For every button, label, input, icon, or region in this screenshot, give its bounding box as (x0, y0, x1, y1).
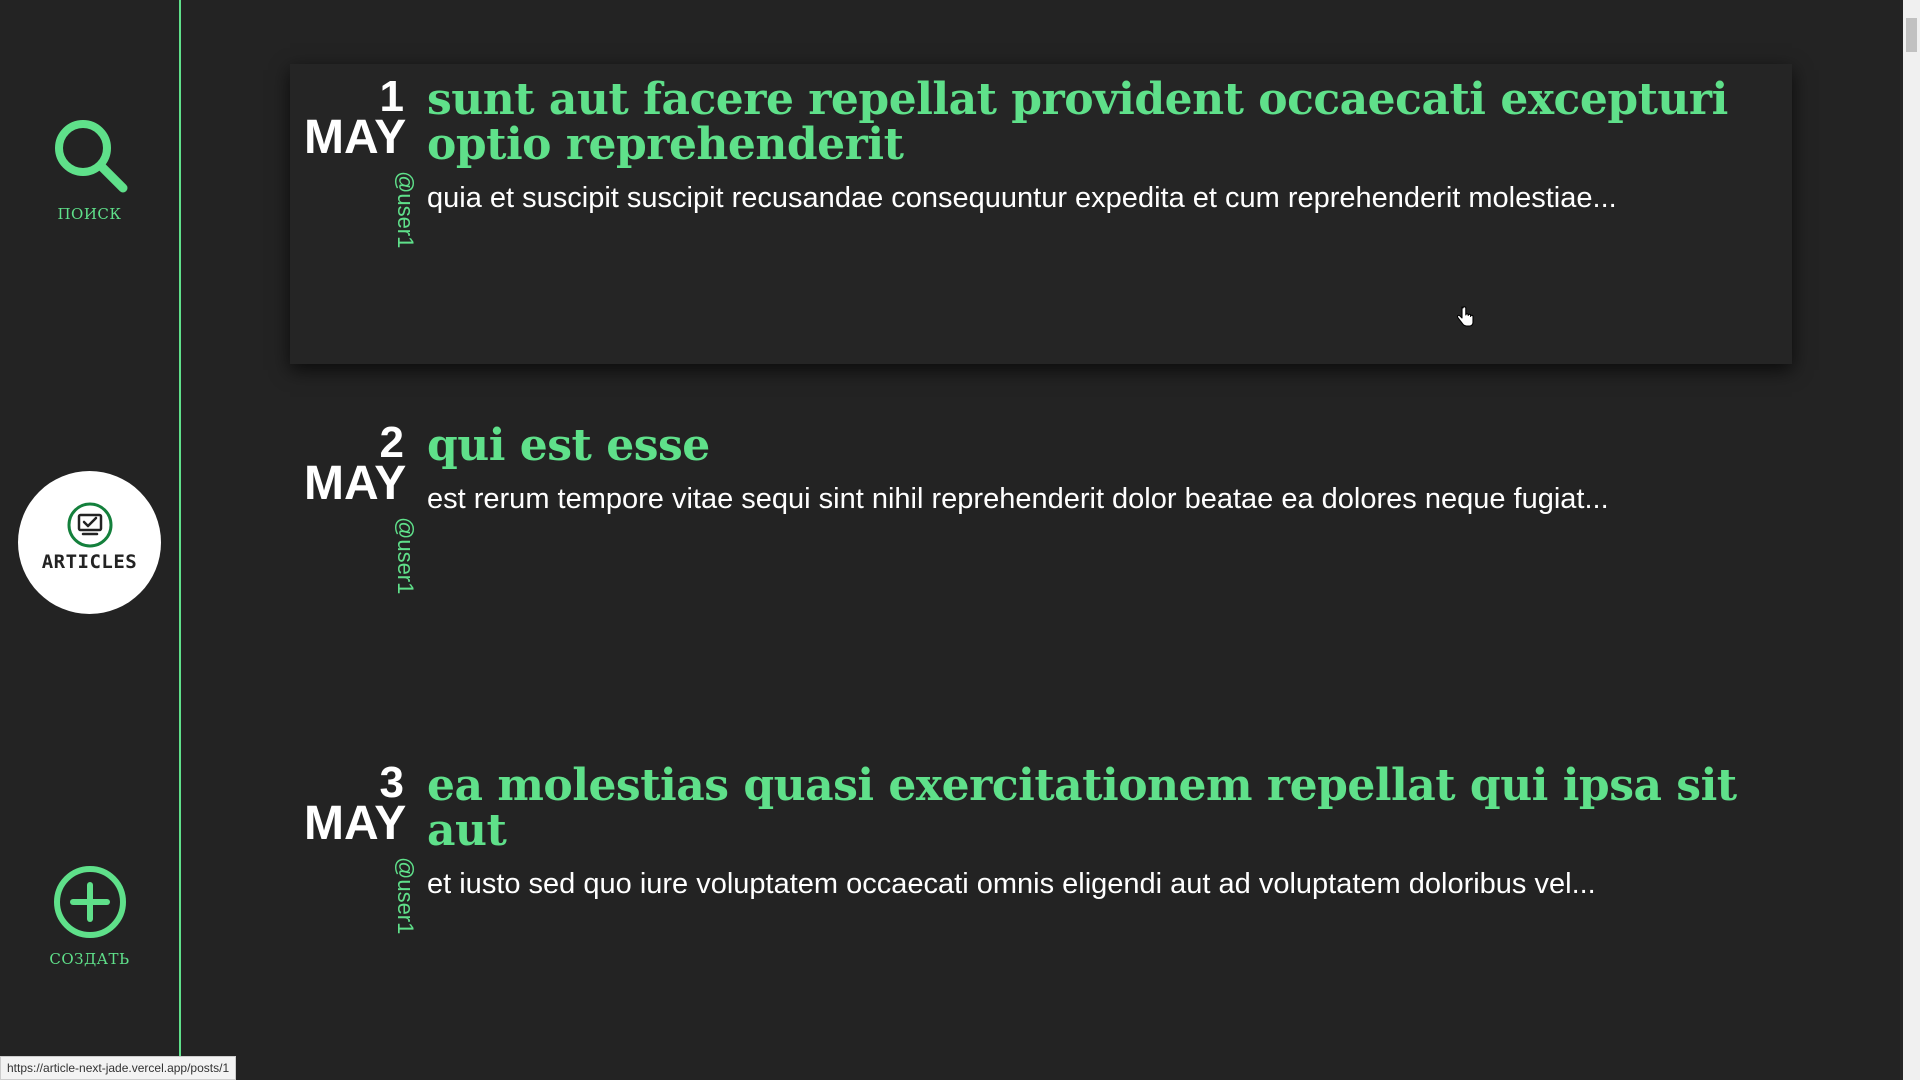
post-excerpt: est rerum tempore vitae sequi sint nihil… (427, 483, 1609, 515)
post-date: 1 MAY (304, 75, 407, 164)
post-month: MAY (304, 797, 407, 850)
post-content: qui est esse est rerum tempore vitae seq… (427, 423, 1777, 517)
post-title[interactable]: qui est esse (427, 423, 1777, 468)
articles-nav-label: ARTICLES (41, 551, 138, 573)
plus-circle-icon (53, 866, 126, 938)
post-card[interactable]: 3 MAY @user1 ea molestias quasi exercita… (290, 750, 1792, 1010)
search-icon (54, 120, 127, 193)
post-content: ea molestias quasi exercitationem repell… (427, 763, 1777, 902)
search-nav-label: ПОИСК (57, 205, 122, 223)
post-author[interactable]: @user1 (393, 171, 418, 261)
articles-nav-button[interactable]: ARTICLES (18, 471, 161, 614)
post-excerpt: et iusto sed quo iure voluptatem occaeca… (427, 868, 1596, 900)
status-bar-url: https://article-next-jade.vercel.app/pos… (0, 1056, 237, 1080)
post-month: MAY (304, 111, 407, 164)
create-nav-label: СОЗДАТЬ (49, 950, 130, 968)
post-title[interactable]: ea molestias quasi exercitationem repell… (427, 763, 1777, 853)
scrollbar-thumb[interactable] (1906, 18, 1917, 52)
vertical-scrollbar[interactable] (1903, 0, 1920, 1080)
post-author[interactable]: @user1 (393, 857, 418, 947)
create-nav-button[interactable]: СОЗДАТЬ (0, 864, 179, 968)
post-title[interactable]: sunt aut facere repellat provident occae… (427, 77, 1777, 167)
post-card[interactable]: 2 MAY @user1 qui est esse est rerum temp… (290, 410, 1792, 670)
hand-cursor-icon (1456, 306, 1474, 327)
post-content: sunt aut facere repellat provident occae… (427, 77, 1777, 216)
sidebar: ПОИСК ARTICLES СОЗДАТЬ (0, 0, 181, 1080)
post-author[interactable]: @user1 (393, 517, 418, 607)
search-nav-button[interactable]: ПОИСК (0, 115, 179, 223)
post-excerpt: quia et suscipit suscipit recusandae con… (427, 182, 1617, 214)
post-date: 3 MAY (304, 761, 407, 850)
monitor-check-icon (67, 502, 112, 548)
post-card[interactable]: 1 MAY @user1 sunt aut facere repellat pr… (290, 64, 1792, 364)
post-month: MAY (304, 457, 407, 510)
post-date: 2 MAY (304, 421, 407, 510)
